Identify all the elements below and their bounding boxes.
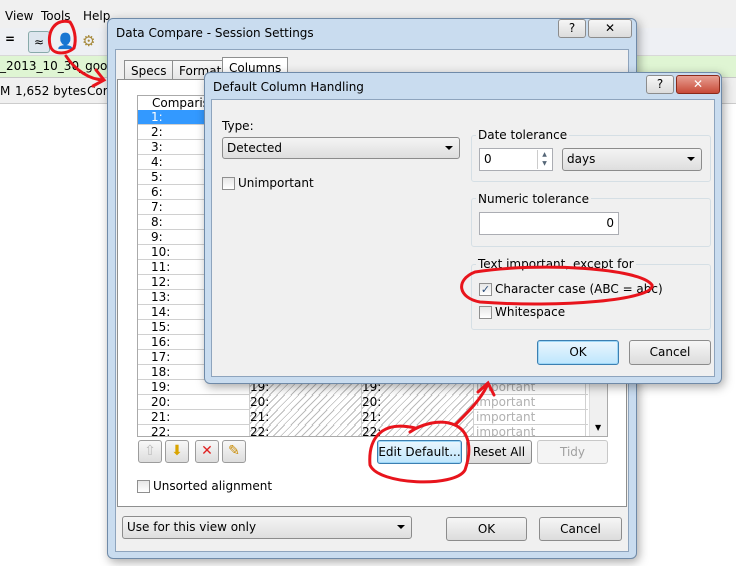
- annotation-ellipse-edit-default: [368, 420, 471, 484]
- annotation-overlay: [47, 19, 654, 484]
- annotation-arrow-icon: [64, 54, 107, 88]
- annotation-ellipse-checkbox: [460, 265, 654, 306]
- annotation-circle-icon: [47, 19, 77, 55]
- annotation-arrow-up: [453, 380, 496, 427]
